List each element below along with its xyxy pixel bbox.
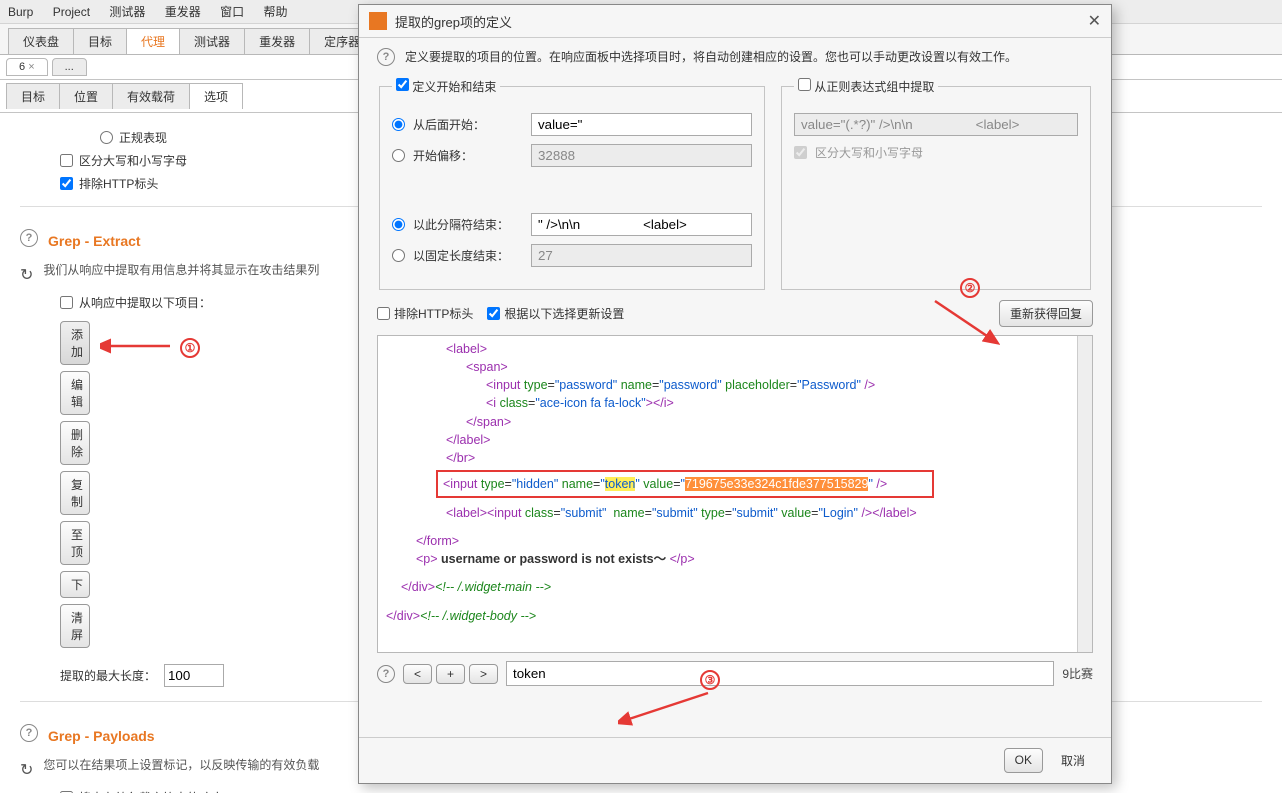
match-count: 9比赛 (1062, 665, 1093, 682)
start-offset-input (531, 144, 752, 167)
menu-project[interactable]: Project (53, 5, 90, 19)
end-delim-radio[interactable] (392, 218, 405, 231)
maxlen-label: 提取的最大长度： (60, 667, 156, 684)
regex-input (794, 113, 1078, 136)
grep-payloads-title: Grep - Payloads (48, 728, 155, 744)
end-fixed-input (531, 244, 752, 267)
grep-extract-dialog: 提取的grep项的定义 ✕ ? 定义要提取的项目的位置。在响应面板中选择项目时，… (358, 4, 1112, 784)
regex-radio[interactable] (100, 131, 113, 144)
grep-extract-title: Grep - Extract (48, 233, 141, 249)
innertab-target[interactable]: 目标 (6, 83, 60, 109)
end-fixed-label: 以固定长度结束： (413, 247, 523, 264)
tab-target[interactable]: 目标 (73, 28, 127, 54)
start-offset-label: 开始偏移： (413, 147, 523, 164)
start-after-label: 从后面开始： (413, 116, 523, 133)
update-on-select-checkbox[interactable] (487, 307, 500, 320)
regex-extract-label: 从正则表达式组中提取 (814, 80, 934, 94)
extract-items-label: 从响应中提取以下项目： (79, 294, 211, 311)
help-icon[interactable]: ? (20, 229, 38, 247)
delete-button[interactable]: 删除 (60, 421, 90, 465)
help-icon[interactable]: ? (20, 724, 38, 742)
menu-help[interactable]: 帮助 (263, 5, 287, 19)
innertab-payloads[interactable]: 有效载荷 (112, 83, 190, 109)
menu-burp[interactable]: Burp (8, 5, 33, 19)
regex-case-checkbox (794, 146, 807, 159)
refresh-icon[interactable]: ↻ (20, 760, 33, 780)
next-match-button[interactable]: > (469, 664, 498, 684)
edit-button[interactable]: 编辑 (60, 371, 90, 415)
dialog-title: 提取的grep项的定义 (395, 12, 512, 31)
end-fixed-radio[interactable] (392, 249, 405, 262)
menu-intruder[interactable]: 测试器 (109, 5, 145, 19)
start-after-input[interactable] (531, 113, 752, 136)
scrollbar[interactable] (1077, 336, 1092, 652)
response-preview[interactable]: <label> <span> <input type="password" na… (377, 335, 1093, 653)
end-delim-input[interactable] (531, 213, 752, 236)
regex-extract-checkbox[interactable] (798, 78, 811, 91)
help-icon[interactable]: ? (377, 665, 395, 683)
extract-items-checkbox[interactable] (60, 296, 73, 309)
exclude-http-headers-checkbox[interactable] (377, 307, 390, 320)
start-after-radio[interactable] (392, 118, 405, 131)
tab-proxy[interactable]: 代理 (126, 28, 180, 54)
search-input[interactable] (506, 661, 1054, 686)
exclude-http-label: 排除HTTP标头 (79, 175, 158, 192)
grep-payloads-desc: 您可以在结果项上设置标记，以反映传输的有效负载 (43, 756, 319, 773)
start-offset-radio[interactable] (392, 149, 405, 162)
copy-button[interactable]: 复制 (60, 471, 90, 515)
top-button[interactable]: 至顶 (60, 521, 90, 565)
dialog-desc: 定义要提取的项目的位置。在响应面板中选择项目时，将自动创建相应的设置。您也可以手… (405, 48, 1017, 65)
maxlen-input[interactable] (164, 664, 224, 687)
attack-tab-6[interactable]: 6 × (6, 58, 48, 76)
case-checkbox[interactable] (60, 154, 73, 167)
define-start-end-fieldset: 定义开始和结束 从后面开始： 开始偏移： 以此分隔符结束： (379, 78, 765, 290)
ok-button[interactable]: OK (1004, 748, 1043, 773)
exclude-http-headers-label: 排除HTTP标头 (394, 305, 473, 322)
clear-button[interactable]: 清屏 (60, 604, 90, 648)
highlighted-token-line: <input type="hidden" name="token" value=… (436, 470, 934, 498)
regex-case-label: 区分大写和小写字母 (815, 144, 923, 161)
add-match-button[interactable]: + (436, 664, 465, 684)
innertab-positions[interactable]: 位置 (59, 83, 113, 109)
refresh-icon[interactable]: ↻ (20, 265, 33, 285)
tab-dashboard[interactable]: 仪表盘 (8, 28, 74, 54)
down-button[interactable]: 下 (60, 571, 90, 598)
regex-radio-label: 正规表现 (119, 129, 167, 146)
end-delim-label: 以此分隔符结束： (413, 216, 523, 233)
define-start-end-checkbox[interactable] (396, 78, 409, 91)
define-start-end-label: 定义开始和结束 (412, 80, 496, 94)
innertab-options[interactable]: 选项 (189, 83, 243, 109)
update-on-select-label: 根据以下选择更新设置 (504, 305, 624, 322)
refetch-response-button[interactable]: 重新获得回复 (999, 300, 1093, 327)
cancel-button[interactable]: 取消 (1051, 748, 1095, 773)
close-icon[interactable]: ✕ (1088, 11, 1101, 31)
grep-extract-desc: 我们从响应中提取有用信息并将其显示在攻击结果列 (43, 261, 319, 278)
attack-tab-more[interactable]: ... (52, 58, 87, 76)
prev-match-button[interactable]: < (403, 664, 432, 684)
exclude-http-checkbox[interactable] (60, 177, 73, 190)
tab-intruder[interactable]: 测试器 (179, 28, 245, 54)
burp-logo-icon (369, 12, 387, 30)
dialog-titlebar: 提取的grep项的定义 ✕ (359, 5, 1111, 38)
regex-extract-fieldset: 从正则表达式组中提取 区分大写和小写字母 (781, 78, 1091, 290)
help-icon[interactable]: ? (377, 48, 395, 66)
tab-repeater[interactable]: 重发器 (244, 28, 310, 54)
case-label: 区分大写和小写字母 (79, 152, 187, 169)
menu-window[interactable]: 窗口 (220, 5, 244, 19)
add-button[interactable]: 添加 (60, 321, 90, 365)
menu-repeater[interactable]: 重发器 (165, 5, 201, 19)
